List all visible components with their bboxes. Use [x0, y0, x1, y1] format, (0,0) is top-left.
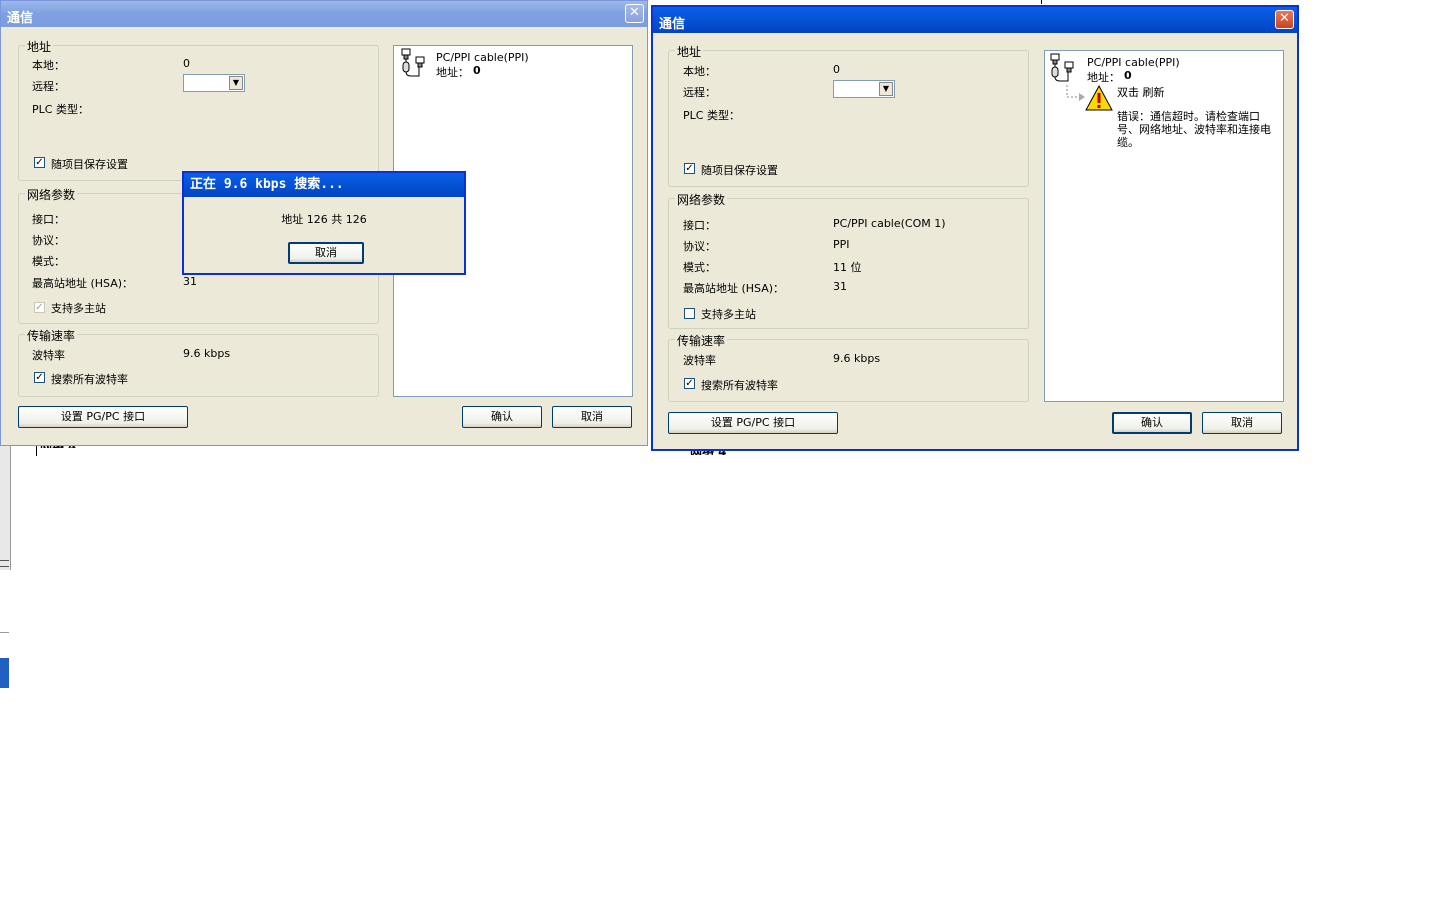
- save-settings-checkbox[interactable]: ✓: [34, 157, 45, 168]
- plc-type-label: PLC 类型：: [683, 109, 740, 122]
- chevron-down-icon[interactable]: ▼: [879, 82, 893, 96]
- multimaster-label: 支持多主站: [701, 308, 756, 321]
- local-value: 0: [183, 57, 190, 70]
- set-pgpc-interface-button[interactable]: 设置 PG/PC 接口: [668, 412, 838, 434]
- transfer-rate-group: 传输速率: [18, 327, 379, 397]
- interface-label: 接口：: [32, 213, 65, 226]
- interface-label: 接口：: [683, 219, 716, 232]
- search-all-baud-checkbox[interactable]: ✓: [34, 372, 45, 383]
- hsa-value: 31: [183, 275, 197, 288]
- cable-icon: [401, 48, 425, 77]
- error-message: 错误：通信超时。请检查端口号、网络地址、波特率和连接电缆。: [1117, 110, 1271, 149]
- background-line: [0, 566, 9, 567]
- multimaster-label: 支持多主站: [51, 302, 106, 315]
- cancel-button[interactable]: 取消: [1202, 412, 1282, 434]
- baud-value: 9.6 kbps: [183, 347, 231, 360]
- remote-address-select[interactable]: ▼: [183, 74, 245, 92]
- hsa-value: 31: [833, 280, 847, 293]
- group-legend: 传输速率: [675, 332, 728, 349]
- background-line: [1041, 0, 1042, 4]
- window-title: 通信: [659, 17, 686, 32]
- search-all-baud-label: 搜索所有波特率: [701, 379, 778, 392]
- mode-label: 模式：: [683, 261, 716, 274]
- group-legend: 传输速率: [25, 327, 78, 344]
- close-button[interactable]: ✕: [1275, 10, 1294, 29]
- plc-type-label: PLC 类型：: [32, 103, 89, 116]
- warning-icon: [1085, 85, 1113, 111]
- device-address-value: 0: [1124, 69, 1132, 82]
- save-settings-label: 随项目保存设置: [701, 164, 778, 177]
- close-icon: ✕: [1279, 11, 1290, 26]
- protocol-label: 协议：: [683, 240, 716, 253]
- device-address-value: 0: [473, 64, 481, 77]
- device-address-label: 地址：: [1087, 71, 1120, 84]
- hsa-label: 最高站地址 (HSA)：: [32, 277, 134, 290]
- group-legend: 地址: [25, 38, 54, 55]
- group-legend: 网络参数: [675, 191, 728, 208]
- communications-dialog-right: 通信 ✕ 地址 本地： 0 远程： ▼ PLC 类型： ✓ 随项目保存设置 网络…: [651, 5, 1299, 451]
- background-line: [0, 560, 9, 561]
- protocol-value: PPI: [833, 238, 850, 251]
- search-status-text: 地址 126 共 126: [281, 213, 367, 226]
- baud-label: 波特率: [32, 349, 65, 362]
- device-name[interactable]: PC/PPI cable(PPI): [1087, 56, 1180, 69]
- background-line: [0, 632, 9, 633]
- multimaster-checkbox[interactable]: [684, 308, 695, 319]
- search-all-baud-label: 搜索所有波特率: [51, 373, 128, 386]
- save-settings-checkbox[interactable]: ✓: [684, 163, 695, 174]
- device-name[interactable]: PC/PPI cable(PPI): [436, 51, 529, 64]
- save-settings-label: 随项目保存设置: [51, 158, 128, 171]
- baud-value: 9.6 kbps: [833, 352, 881, 365]
- window-title: 通信: [7, 11, 34, 26]
- refresh-hint[interactable]: 双击 刷新: [1117, 84, 1165, 100]
- chevron-down-icon[interactable]: ▼: [229, 76, 243, 90]
- protocol-label: 协议：: [32, 234, 65, 247]
- title-bar[interactable]: 通信 ✕: [1, 1, 647, 27]
- device-tree-panel[interactable]: PC/PPI cable(PPI) 地址： 0 双击 刷新 错误：通信超时。请检…: [1044, 50, 1284, 402]
- popup-title: 正在 9.6 kbps 搜索...: [184, 173, 464, 197]
- local-value: 0: [833, 63, 840, 76]
- title-bar[interactable]: 通信 ✕: [653, 7, 1297, 33]
- remote-label: 远程：: [683, 86, 716, 99]
- local-label: 本地：: [683, 65, 716, 78]
- ok-button[interactable]: 确认: [1112, 412, 1192, 434]
- remote-label: 远程：: [32, 80, 65, 93]
- search-all-baud-checkbox[interactable]: ✓: [684, 378, 695, 389]
- mode-label: 模式：: [32, 255, 65, 268]
- group-legend: 地址: [675, 43, 704, 60]
- local-label: 本地：: [32, 59, 65, 72]
- background-scroll-strip: [0, 440, 11, 570]
- close-button[interactable]: ✕: [625, 4, 644, 23]
- hsa-label: 最高站地址 (HSA)：: [683, 282, 785, 295]
- remote-address-select[interactable]: ▼: [833, 80, 895, 98]
- cable-icon: [1050, 53, 1074, 82]
- multimaster-checkbox[interactable]: ✓: [34, 302, 45, 313]
- close-icon: ✕: [629, 5, 640, 20]
- search-progress-popup: 正在 9.6 kbps 搜索... 地址 126 共 126 取消: [182, 171, 466, 275]
- ok-button[interactable]: 确认: [462, 406, 542, 428]
- popup-cancel-button[interactable]: 取消: [288, 242, 364, 264]
- set-pgpc-interface-button[interactable]: 设置 PG/PC 接口: [18, 406, 188, 428]
- background-blue-fragment: [0, 658, 9, 688]
- cancel-button[interactable]: 取消: [552, 406, 632, 428]
- mode-value: 11 位: [833, 261, 862, 274]
- device-address-label: 地址：: [436, 66, 469, 79]
- interface-value: PC/PPI cable(COM 1): [833, 217, 946, 230]
- baud-label: 波特率: [683, 354, 716, 367]
- group-legend: 网络参数: [25, 186, 78, 203]
